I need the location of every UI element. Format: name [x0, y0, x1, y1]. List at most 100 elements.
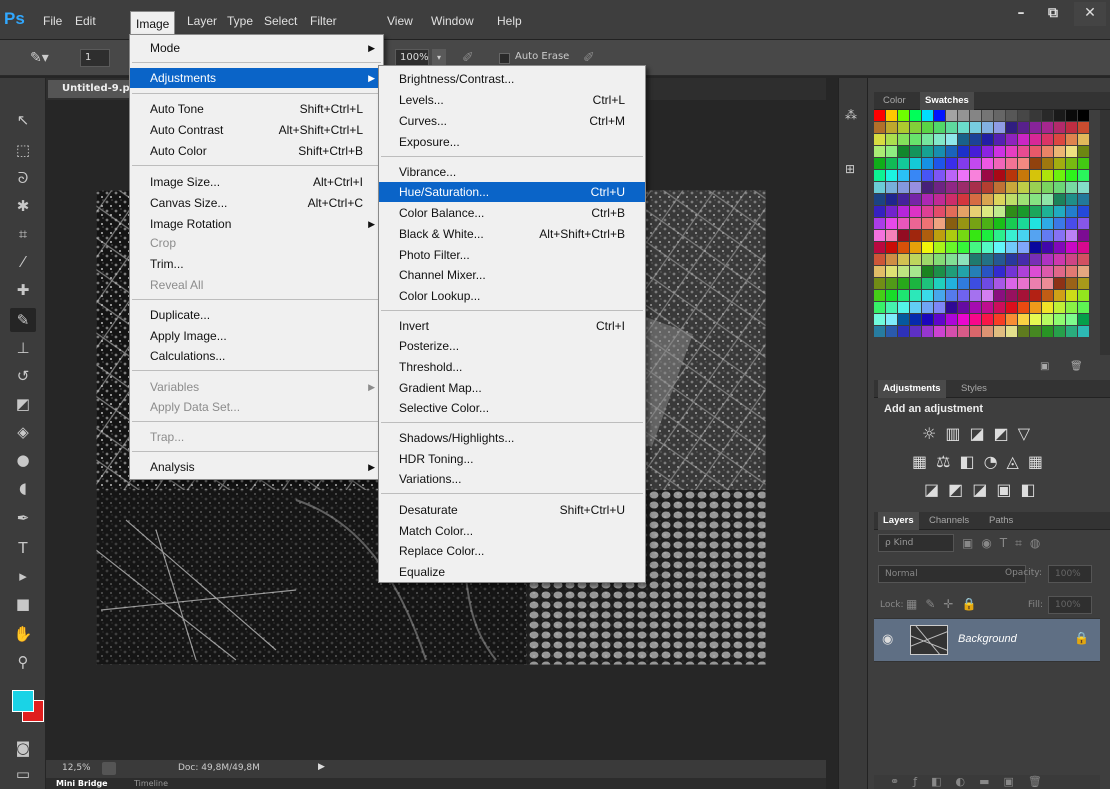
- color-swatch[interactable]: [898, 146, 909, 157]
- color-swatch[interactable]: [898, 326, 909, 337]
- color-swatch[interactable]: [970, 266, 981, 277]
- color-swatch[interactable]: [970, 278, 981, 289]
- color-swatch[interactable]: [1018, 182, 1029, 193]
- color-swatch[interactable]: [910, 218, 921, 229]
- color-swatch[interactable]: [922, 182, 933, 193]
- menu-item-canvas-size[interactable]: Canvas Size... Alt+Ctrl+C: [130, 193, 383, 213]
- layer-lock-icon[interactable]: 🔒: [1074, 631, 1089, 645]
- color-swatch[interactable]: [982, 230, 993, 241]
- color-swatch[interactable]: [958, 170, 969, 181]
- color-swatch[interactable]: [886, 290, 897, 301]
- color-swatch[interactable]: [994, 290, 1005, 301]
- color-swatch[interactable]: [886, 134, 897, 145]
- color-swatch[interactable]: [886, 326, 897, 337]
- color-swatch[interactable]: [970, 290, 981, 301]
- color-swatch[interactable]: [1018, 230, 1029, 241]
- color-swatch[interactable]: [922, 314, 933, 325]
- color-swatch[interactable]: [1030, 302, 1041, 313]
- color-swatch[interactable]: [994, 314, 1005, 325]
- color-swatch[interactable]: [1018, 206, 1029, 217]
- color-swatch[interactable]: [982, 326, 993, 337]
- color-swatch[interactable]: [982, 266, 993, 277]
- pen-tool-icon[interactable]: ✒: [10, 506, 36, 530]
- brush-size-field[interactable]: 1: [80, 49, 110, 67]
- color-swatch[interactable]: [886, 254, 897, 265]
- color-swatch[interactable]: [874, 254, 885, 265]
- color-swatch[interactable]: [1006, 230, 1017, 241]
- color-swatch[interactable]: [1018, 314, 1029, 325]
- color-swatch[interactable]: [982, 206, 993, 217]
- color-swatch[interactable]: [982, 170, 993, 181]
- color-swatch[interactable]: [982, 194, 993, 205]
- color-swatch[interactable]: [1042, 146, 1053, 157]
- color-swatch[interactable]: [994, 230, 1005, 241]
- color-swatch[interactable]: [898, 218, 909, 229]
- color-swatch[interactable]: [922, 110, 933, 121]
- color-swatch[interactable]: [1006, 134, 1017, 145]
- color-swatch[interactable]: [1066, 302, 1077, 313]
- menu-item-threshold[interactable]: Threshold...: [379, 357, 645, 377]
- color-swatch[interactable]: [994, 146, 1005, 157]
- color-swatch[interactable]: [970, 158, 981, 169]
- menu-item-curves[interactable]: Curves... Ctrl+M: [379, 111, 645, 131]
- adjustment-icons-row-2[interactable]: ▦⚖◧◔◬▦: [912, 452, 1052, 471]
- color-swatch[interactable]: [994, 254, 1005, 265]
- color-swatch[interactable]: [1030, 146, 1041, 157]
- color-swatch[interactable]: [1066, 110, 1077, 121]
- type-tool-icon[interactable]: T: [10, 536, 36, 560]
- color-swatch[interactable]: [958, 278, 969, 289]
- color-swatch[interactable]: [958, 254, 969, 265]
- color-swatch[interactable]: [898, 230, 909, 241]
- menu-item-auto-tone[interactable]: Auto Tone Shift+Ctrl+L: [130, 99, 383, 119]
- document-tab[interactable]: Untitled-9.p: [48, 80, 130, 98]
- color-swatch[interactable]: [922, 194, 933, 205]
- color-swatch[interactable]: [1054, 122, 1065, 133]
- color-swatch[interactable]: [1054, 182, 1065, 193]
- menu-item-analysis[interactable]: Analysis ▶: [130, 457, 383, 477]
- color-swatch[interactable]: [910, 170, 921, 181]
- color-swatch[interactable]: [934, 302, 945, 313]
- color-swatch[interactable]: [910, 122, 921, 133]
- menu-item-image-size[interactable]: Image Size... Alt+Ctrl+I: [130, 172, 383, 192]
- adjustment-icons-row-3[interactable]: ◪◩◪▣◧: [924, 480, 1045, 499]
- menu-layer[interactable]: Layer: [185, 13, 219, 29]
- color-swatch[interactable]: [1054, 314, 1065, 325]
- color-swatch[interactable]: [922, 230, 933, 241]
- color-swatch[interactable]: [970, 242, 981, 253]
- menu-file[interactable]: File: [41, 13, 64, 29]
- menu-item-mode[interactable]: Mode ▶: [130, 38, 383, 58]
- color-swatch[interactable]: [946, 206, 957, 217]
- color-swatch[interactable]: [1018, 146, 1029, 157]
- color-swatch[interactable]: [934, 110, 945, 121]
- color-swatch[interactable]: [970, 314, 981, 325]
- color-swatch[interactable]: [946, 290, 957, 301]
- color-swatch[interactable]: [1030, 134, 1041, 145]
- color-swatch[interactable]: [922, 122, 933, 133]
- color-swatch[interactable]: [922, 158, 933, 169]
- color-swatch[interactable]: [994, 194, 1005, 205]
- color-swatch[interactable]: [1018, 326, 1029, 337]
- visibility-eye-icon[interactable]: ◉: [882, 632, 893, 647]
- color-swatch[interactable]: [946, 194, 957, 205]
- color-swatch[interactable]: [958, 122, 969, 133]
- color-swatch[interactable]: [958, 206, 969, 217]
- color-swatch[interactable]: [1042, 110, 1053, 121]
- color-swatch[interactable]: [1018, 218, 1029, 229]
- menu-item-trim[interactable]: Trim...: [130, 254, 383, 274]
- color-swatch[interactable]: [934, 194, 945, 205]
- color-swatch[interactable]: [934, 182, 945, 193]
- color-swatch[interactable]: [1054, 170, 1065, 181]
- color-swatch[interactable]: [934, 254, 945, 265]
- color-swatch[interactable]: [970, 218, 981, 229]
- color-swatch[interactable]: [970, 206, 981, 217]
- color-swatch[interactable]: [958, 314, 969, 325]
- color-swatch[interactable]: [1054, 158, 1065, 169]
- color-swatch[interactable]: [1066, 290, 1077, 301]
- color-swatch[interactable]: [994, 326, 1005, 337]
- color-swatch[interactable]: [1006, 206, 1017, 217]
- color-swatch[interactable]: [922, 266, 933, 277]
- color-swatch[interactable]: [922, 146, 933, 157]
- layer-filter-icons[interactable]: ▣◉T⌗◍: [962, 536, 1048, 551]
- path-selection-tool-icon[interactable]: ▸: [10, 564, 36, 588]
- color-swatch[interactable]: [1018, 158, 1029, 169]
